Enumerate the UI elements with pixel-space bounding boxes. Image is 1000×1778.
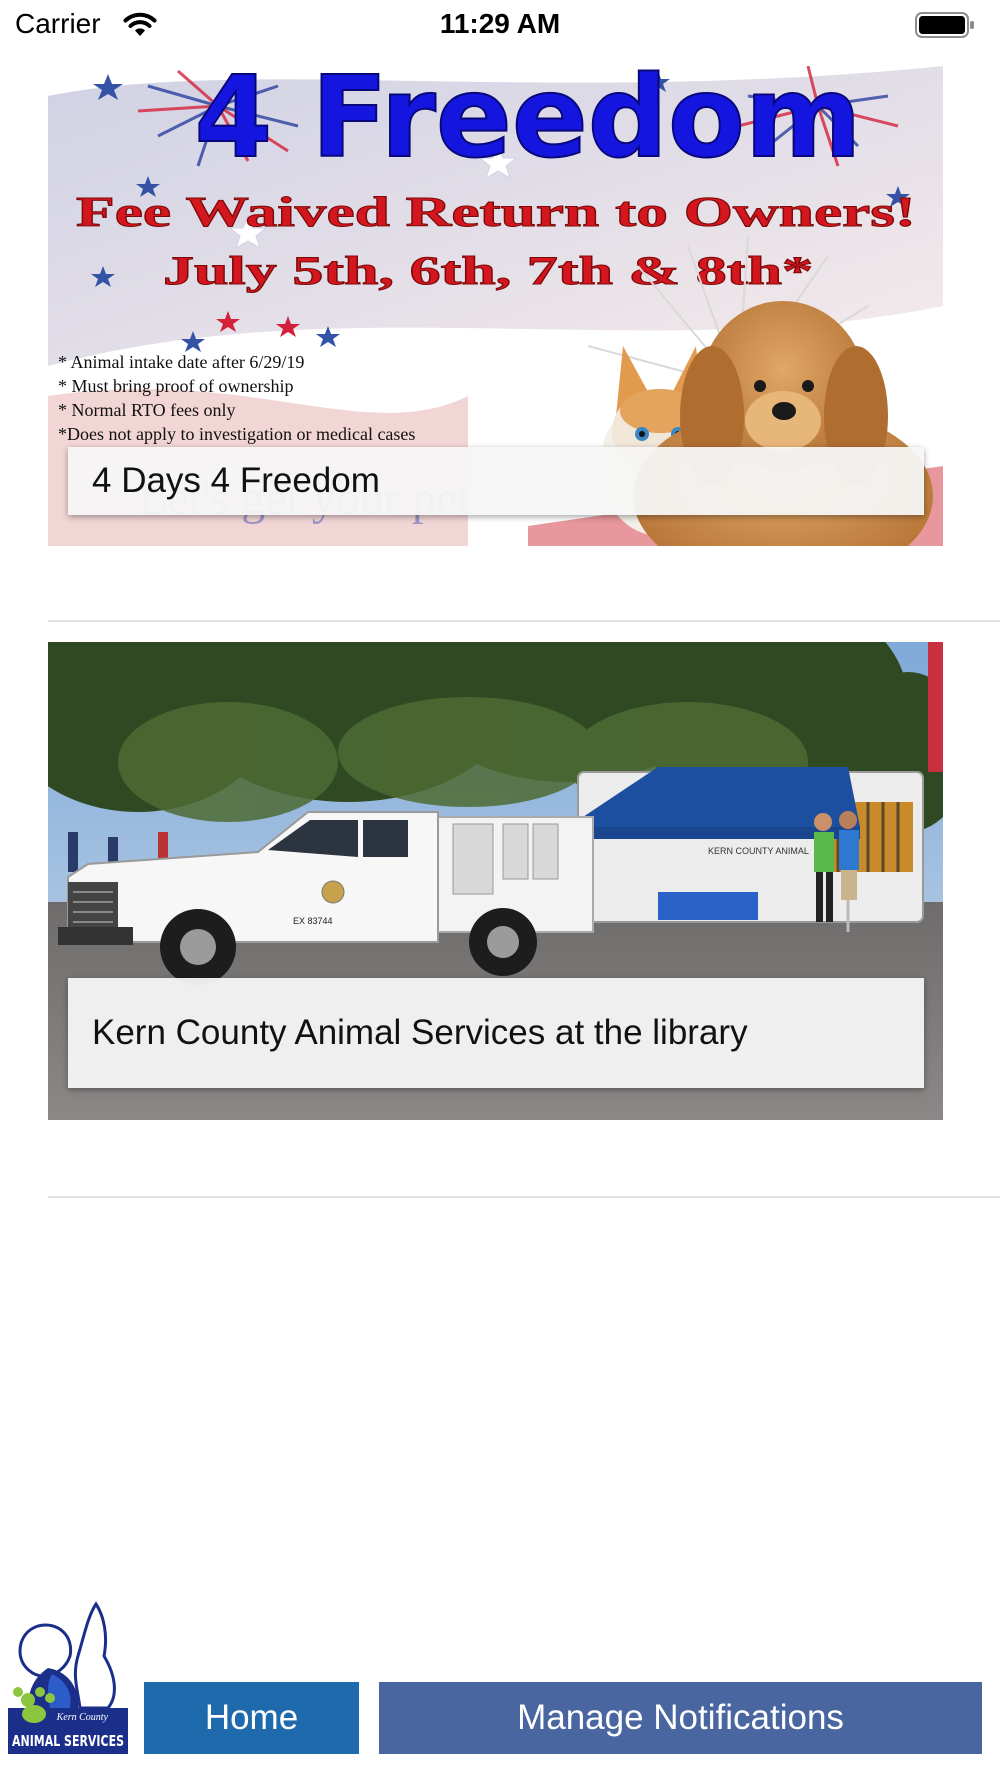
- battery-icon: [915, 12, 974, 38]
- status-time: 11:29 AM: [439, 8, 561, 39]
- logo-title: ANIMAL SERVICES: [12, 1732, 124, 1750]
- list-divider: [48, 1196, 1000, 1198]
- home-button[interactable]: Home: [144, 1682, 359, 1754]
- flyer-note: *Does not apply to investigation or medi…: [58, 424, 415, 444]
- flyer-dates: July 5th, 6th, 7th & 8th*: [163, 248, 813, 293]
- truck-plate: EX 83744: [293, 916, 333, 926]
- flyer-note: * Must bring proof of ownership: [58, 376, 293, 396]
- list-divider: [48, 620, 1000, 622]
- logo-subtitle: Kern County: [56, 1712, 109, 1723]
- news-card-library[interactable]: KERN COUNTY ANIMAL EX 83744 Kern County …: [48, 642, 943, 1120]
- tent-label: KERN COUNTY ANIMAL: [708, 846, 809, 856]
- news-card-4-days-4-freedom[interactable]: 4 Freedom Fee Waived Return to Owners! J…: [48, 66, 943, 546]
- flyer-note: * Normal RTO fees only: [58, 400, 236, 420]
- flyer-headline: 4 Freedom: [194, 66, 861, 183]
- status-bar: Carrier 11:29 AM: [0, 0, 1000, 50]
- flyer-note: * Animal intake date after 6/29/19: [58, 352, 304, 372]
- news-card-caption: Kern County Animal Services at the libra…: [68, 978, 924, 1088]
- kern-county-animal-services-logo: Kern County ANIMAL SERVICES: [8, 1601, 128, 1754]
- flyer-subhead: Fee Waived Return to Owners!: [76, 190, 916, 236]
- manage-notifications-button[interactable]: Manage Notifications: [379, 1682, 982, 1754]
- news-card-caption: 4 Days 4 Freedom: [68, 447, 924, 515]
